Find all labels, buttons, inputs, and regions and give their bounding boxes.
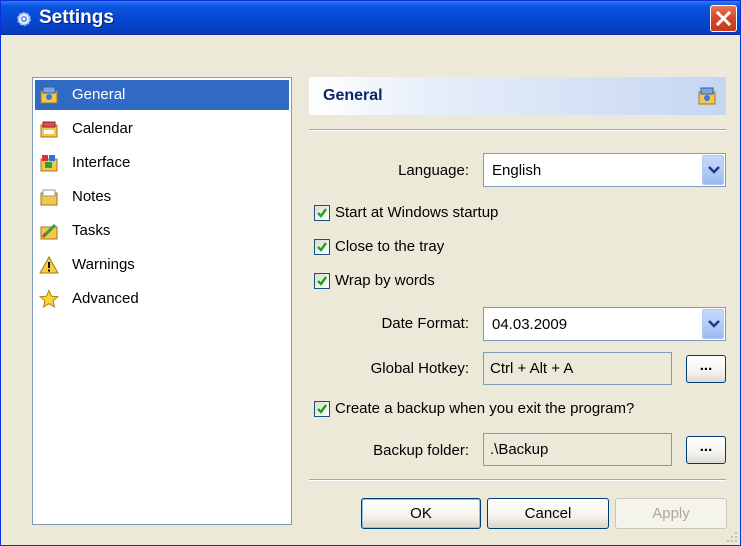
checkbox-label: Create a backup when you exit the progra…: [335, 400, 635, 417]
backup-folder-value: .\Backup: [490, 441, 549, 458]
nav-item-warnings[interactable]: Warnings: [35, 250, 289, 280]
nav-item-advanced[interactable]: Advanced: [35, 284, 289, 314]
general-icon: [698, 87, 716, 105]
cancel-button[interactable]: Cancel: [487, 498, 609, 529]
nav-item-label: Warnings: [72, 256, 135, 273]
title-bar[interactable]: Settings: [1, 1, 740, 35]
global-hotkey-field[interactable]: Ctrl + Alt + A: [483, 352, 672, 385]
nav-item-label: Notes: [72, 188, 112, 205]
nav-item-interface[interactable]: Interface: [35, 148, 289, 178]
settings-gear-icon: [17, 12, 31, 26]
global-hotkey-browse-button[interactable]: ...: [686, 355, 726, 383]
nav-item-tasks[interactable]: Tasks: [35, 216, 289, 246]
chevron-down-icon: [708, 166, 720, 174]
window-title: Settings: [39, 7, 114, 28]
close-icon: [716, 11, 731, 26]
checkbox-box[interactable]: [314, 401, 330, 417]
global-hotkey-label: Global Hotkey:: [370, 360, 469, 377]
backup-folder-label: Backup folder:: [373, 442, 469, 459]
checkbox-label: Close to the tray: [335, 238, 445, 255]
panel-header: General: [309, 77, 726, 115]
nav-item-label: General: [72, 86, 126, 103]
date-format-dropdown[interactable]: 04.03.2009: [483, 307, 726, 341]
interface-icon: [40, 155, 58, 172]
chevron-down-icon: [708, 320, 720, 328]
checkmark-icon: [317, 276, 327, 286]
date-format-value: 04.03.2009: [492, 316, 568, 333]
nav-item-label: Interface: [72, 154, 131, 171]
language-dropdown[interactable]: English: [483, 153, 726, 187]
date-format-label: Date Format:: [381, 315, 469, 332]
panel-title: General: [323, 87, 383, 104]
nav-item-general[interactable]: General: [35, 80, 289, 110]
separator: [309, 129, 726, 131]
notes-icon: [40, 189, 58, 206]
warning-icon: [39, 255, 59, 274]
close-button[interactable]: [710, 5, 737, 32]
nav-item-label: Calendar: [72, 120, 133, 137]
language-label: Language:: [398, 162, 469, 179]
backup-folder-field[interactable]: .\Backup: [483, 433, 672, 466]
calendar-icon: [40, 121, 58, 138]
nav-item-calendar[interactable]: Calendar: [35, 114, 289, 144]
ok-button[interactable]: OK: [361, 498, 481, 529]
nav-item-label: Advanced: [72, 290, 139, 307]
nav-item-notes[interactable]: Notes: [35, 182, 289, 212]
checkmark-icon: [317, 208, 327, 218]
resize-grip-icon[interactable]: [726, 531, 738, 543]
checkbox-label: Wrap by words: [335, 272, 435, 289]
apply-button[interactable]: Apply: [615, 498, 727, 529]
global-hotkey-value: Ctrl + Alt + A: [490, 360, 574, 377]
backup-folder-browse-button[interactable]: ...: [686, 436, 726, 464]
checkbox-label: Start at Windows startup: [335, 204, 499, 221]
star-icon: [39, 289, 59, 309]
checkbox-box[interactable]: [314, 273, 330, 289]
language-dropdown-button[interactable]: [702, 155, 724, 185]
nav-item-label: Tasks: [72, 222, 111, 239]
checkmark-icon: [317, 242, 327, 252]
settings-window: Settings General Calendar Interface Note…: [0, 0, 741, 546]
date-format-dropdown-button[interactable]: [702, 309, 724, 339]
tasks-icon: [40, 223, 58, 240]
settings-category-list[interactable]: General Calendar Interface Notes Tasks W…: [32, 77, 292, 525]
checkbox-box[interactable]: [314, 239, 330, 255]
checkbox-box[interactable]: [314, 205, 330, 221]
separator: [309, 479, 726, 481]
language-value: English: [492, 162, 542, 179]
general-icon: [40, 86, 58, 104]
checkmark-icon: [317, 404, 327, 414]
